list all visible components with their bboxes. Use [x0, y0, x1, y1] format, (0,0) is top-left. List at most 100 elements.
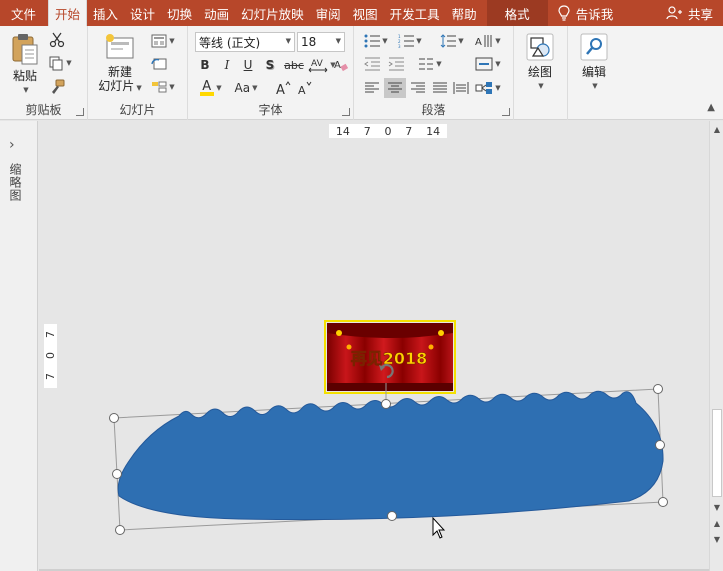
- copy-dropdown-icon[interactable]: ▼: [66, 59, 71, 67]
- reset-button[interactable]: [148, 54, 170, 74]
- decrease-font-button[interactable]: A: [296, 78, 314, 98]
- clear-formatting-button[interactable]: A: [332, 55, 350, 75]
- shadow-button[interactable]: S: [262, 55, 278, 75]
- tell-me-button[interactable]: 告诉我: [548, 0, 624, 26]
- resize-handle-top[interactable]: [381, 399, 391, 409]
- justify-button[interactable]: [430, 78, 450, 98]
- bullets-dropdown-icon[interactable]: ▼: [382, 37, 387, 45]
- scrollbar-thumb[interactable]: [712, 409, 722, 497]
- resize-handle-bottom[interactable]: [387, 511, 397, 521]
- next-slide-icon[interactable]: ▼: [710, 535, 723, 544]
- share-button[interactable]: 共享: [656, 0, 723, 26]
- copy-button[interactable]: ▼: [44, 53, 76, 73]
- bold-button[interactable]: B: [197, 55, 213, 75]
- svg-text:A: A: [475, 37, 482, 48]
- line-spacing-dropdown-icon[interactable]: ▼: [458, 37, 463, 45]
- collapse-ribbon-icon[interactable]: ▲: [707, 102, 715, 113]
- scroll-up-icon[interactable]: ▲: [710, 125, 723, 134]
- section-button[interactable]: ▼: [148, 77, 178, 97]
- editing-label: 编辑: [581, 65, 606, 79]
- text-direction-button[interactable]: A ▼: [472, 31, 504, 51]
- drawing-button[interactable]: 绘图 ▼: [522, 32, 558, 93]
- align-center-button[interactable]: [384, 78, 406, 98]
- font-name-dropdown-icon[interactable]: ▼: [286, 37, 291, 45]
- align-text-button[interactable]: ▼: [472, 54, 504, 74]
- thumbnail-pane: › 缩略图: [0, 121, 38, 571]
- paragraph-launcher-icon[interactable]: [502, 108, 510, 116]
- resize-handle-top-left[interactable]: [109, 413, 119, 423]
- layout-icon: [151, 34, 167, 48]
- decrease-font-icon: A: [298, 81, 312, 96]
- columns-button[interactable]: ▼: [416, 54, 444, 74]
- paste-label: 粘贴: [12, 69, 37, 83]
- tab-insert[interactable]: 插入: [87, 0, 124, 26]
- numbered-list-icon: 123: [398, 34, 415, 48]
- italic-button[interactable]: I: [219, 55, 235, 75]
- resize-handle-left[interactable]: [112, 469, 122, 479]
- change-case-button[interactable]: Aa ▼: [229, 78, 263, 98]
- clipboard-launcher-icon[interactable]: [76, 108, 84, 116]
- new-slide-dropdown-icon[interactable]: ▼: [136, 84, 141, 92]
- font-launcher-icon[interactable]: [342, 108, 350, 116]
- scroll-down-icon[interactable]: ▼: [710, 503, 723, 512]
- wave-shape[interactable]: [117, 390, 664, 521]
- tab-slideshow[interactable]: 幻灯片放映: [235, 0, 310, 26]
- increase-indent-button[interactable]: [386, 54, 406, 74]
- new-slide-button[interactable]: 新建 幻灯片 ▼: [96, 32, 144, 95]
- font-color-button[interactable]: A ▼: [196, 78, 226, 98]
- line-spacing-button[interactable]: ▼: [438, 31, 466, 51]
- paste-button[interactable]: 粘贴 ▼: [8, 32, 42, 97]
- tab-design[interactable]: 设计: [124, 0, 161, 26]
- font-size-combo[interactable]: 18 ▼: [297, 32, 345, 52]
- numbering-button[interactable]: 123 ▼: [396, 31, 424, 51]
- font-name-combo[interactable]: 等线 (正文) ▼: [195, 32, 295, 52]
- resize-handle-bottom-left[interactable]: [115, 525, 125, 535]
- new-slide-label-2: 幻灯片 ▼: [96, 79, 144, 95]
- smartart-button[interactable]: ▼: [472, 78, 504, 98]
- resize-handle-right[interactable]: [655, 440, 665, 450]
- numbering-dropdown-icon[interactable]: ▼: [416, 37, 421, 45]
- tab-transitions[interactable]: 切换: [161, 0, 198, 26]
- font-color-dropdown-icon[interactable]: ▼: [216, 84, 221, 92]
- vertical-scrollbar[interactable]: ▲ ▼ ▲ ▼: [709, 121, 723, 571]
- drawing-dropdown-icon[interactable]: ▼: [524, 79, 558, 93]
- increase-font-button[interactable]: A: [274, 78, 292, 98]
- align-text-dropdown-icon[interactable]: ▼: [495, 60, 500, 68]
- bullets-button[interactable]: ▼: [362, 31, 390, 51]
- smartart-dropdown-icon[interactable]: ▼: [495, 84, 500, 92]
- strikethrough-button[interactable]: abc: [283, 55, 305, 75]
- copy-icon: [49, 56, 63, 71]
- new-year-picture[interactable]: 再见2018: [324, 320, 456, 394]
- decrease-indent-button[interactable]: [362, 54, 382, 74]
- resize-handle-bottom-right[interactable]: [658, 497, 668, 507]
- cut-button[interactable]: [46, 30, 68, 50]
- line-spacing-icon: [440, 34, 457, 48]
- tab-review[interactable]: 审阅: [310, 0, 347, 26]
- thumbnail-pane-label[interactable]: 缩略图: [7, 163, 24, 202]
- underline-button[interactable]: U: [240, 55, 256, 75]
- layout-dropdown-icon[interactable]: ▼: [169, 37, 174, 45]
- distributed-button[interactable]: [451, 78, 471, 98]
- layout-button[interactable]: ▼: [148, 31, 178, 51]
- tab-file[interactable]: 文件: [0, 0, 48, 26]
- editing-dropdown-icon[interactable]: ▼: [578, 79, 612, 93]
- tab-developer[interactable]: 开发工具: [384, 0, 446, 26]
- format-painter-button[interactable]: [46, 77, 68, 97]
- previous-slide-icon[interactable]: ▲: [710, 519, 723, 528]
- align-left-button[interactable]: [362, 78, 382, 98]
- tab-home[interactable]: 开始: [48, 0, 88, 26]
- font-size-dropdown-icon[interactable]: ▼: [336, 37, 341, 45]
- editing-button[interactable]: 编辑 ▼: [576, 32, 612, 93]
- tab-format[interactable]: 格式: [486, 0, 548, 26]
- tab-animations[interactable]: 动画: [198, 0, 235, 26]
- tab-help[interactable]: 帮助: [446, 0, 483, 26]
- align-right-button[interactable]: [408, 78, 428, 98]
- resize-handle-top-right[interactable]: [653, 384, 663, 394]
- change-case-dropdown-icon[interactable]: ▼: [252, 84, 257, 92]
- tab-view[interactable]: 视图: [347, 0, 384, 26]
- paste-dropdown-icon[interactable]: ▼: [10, 83, 42, 97]
- columns-dropdown-icon[interactable]: ▼: [436, 60, 441, 68]
- text-direction-dropdown-icon[interactable]: ▼: [495, 37, 500, 45]
- expand-thumbnails-icon[interactable]: ›: [9, 137, 15, 153]
- section-dropdown-icon[interactable]: ▼: [169, 83, 174, 91]
